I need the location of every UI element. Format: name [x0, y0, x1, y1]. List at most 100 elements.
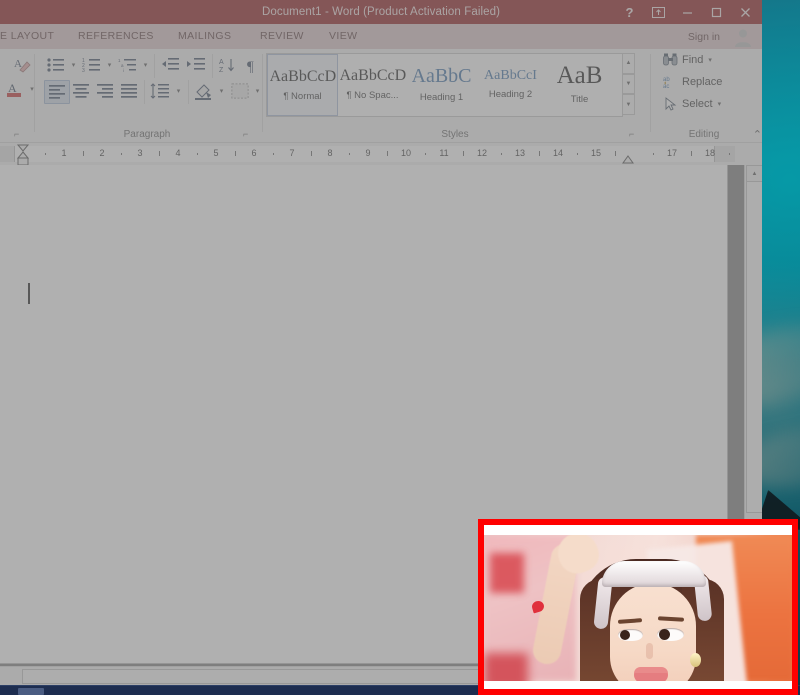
nose	[646, 643, 653, 659]
clear-formatting-button[interactable]: A	[10, 54, 34, 76]
ruler-tick-2: 2	[99, 148, 104, 158]
styles-scroll-up-button[interactable]: ▲	[622, 53, 635, 74]
user-avatar-icon[interactable]	[726, 25, 760, 49]
video-thumbnail-overlay[interactable]	[478, 519, 798, 695]
ribbon: A A ▾ ▾ 1	[0, 49, 762, 143]
svg-text:3: 3	[82, 68, 85, 73]
restore-button[interactable]	[702, 0, 731, 24]
align-left-button[interactable]	[44, 80, 70, 104]
style-label: Heading 1	[420, 92, 463, 103]
ribbon-display-options-button[interactable]	[644, 0, 673, 24]
tab-view[interactable]: VIEW	[329, 30, 357, 49]
font-color-button[interactable]: A	[4, 79, 26, 101]
title-bar[interactable]: Document1 - Word (Product Activation Fai…	[0, 0, 762, 24]
select-dropdown-arrow[interactable]: ▾	[718, 100, 722, 108]
editing-group-label: Editing	[654, 129, 754, 140]
style-preview: AaBbCcD	[340, 68, 406, 84]
borders-button[interactable]	[228, 80, 252, 102]
select-button[interactable]: Select ▾	[662, 97, 721, 111]
find-label: Find	[682, 54, 703, 66]
style-label: ¶ No Spac...	[346, 90, 398, 101]
style-item-normal[interactable]: AaBbCcD ¶ Normal	[267, 54, 338, 116]
increase-indent-button[interactable]	[184, 54, 208, 76]
svg-text:ac: ac	[663, 84, 669, 89]
tab-references[interactable]: REFERENCES	[78, 30, 154, 49]
binoculars-icon	[662, 53, 679, 66]
ruler-tick-12: 12	[477, 148, 487, 158]
help-button[interactable]: ?	[615, 0, 644, 24]
styles-scroll-down-button[interactable]: ▼	[622, 74, 635, 95]
ruler-tick-5: 5	[213, 148, 218, 158]
minimize-button[interactable]	[673, 0, 702, 24]
text-cursor	[28, 283, 30, 304]
style-item-heading-1[interactable]: AaBbC Heading 1	[407, 54, 476, 114]
show-formatting-marks-button[interactable]: ¶	[242, 54, 264, 76]
select-pointer-icon	[662, 97, 679, 111]
group-separator-3	[650, 54, 651, 132]
align-right-button[interactable]	[93, 80, 117, 102]
ruler-tick-11: 11	[439, 148, 448, 158]
styles-gallery-scroll[interactable]: ▲ ▼ ▼	[622, 53, 635, 115]
svg-text:Z: Z	[219, 67, 224, 74]
sign-in-link[interactable]: Sign in	[688, 31, 720, 43]
align-center-button[interactable]	[69, 80, 93, 102]
close-button[interactable]	[731, 0, 760, 24]
style-preview: AaBbCcD	[270, 69, 336, 85]
taskbar-app-item[interactable]	[18, 688, 44, 695]
numbering-button[interactable]: 1 2 3	[80, 54, 104, 76]
find-dropdown-arrow[interactable]: ▾	[708, 56, 712, 64]
ruler-tick-9: 9	[365, 148, 370, 158]
tab-review[interactable]: REVIEW	[260, 30, 304, 49]
replace-button[interactable]: ab ac Replace	[662, 75, 722, 89]
ruler-tick-17: 17	[667, 148, 677, 158]
bullets-button[interactable]	[44, 54, 68, 76]
ribbon-group-paragraph: ▾ 1 2 3 ▾ 1 a i ▾	[36, 49, 258, 142]
window-title: Document1 - Word (Product Activation Fai…	[262, 6, 500, 18]
scroll-up-button[interactable]: ▲	[746, 165, 762, 182]
decrease-indent-button[interactable]	[158, 54, 182, 76]
style-item-no-spacing[interactable]: AaBbCcD ¶ No Spac...	[338, 54, 407, 114]
select-label: Select	[682, 98, 713, 110]
style-preview: AaBbC	[412, 66, 472, 86]
line-spacing-button[interactable]	[148, 80, 172, 102]
vertical-scroll-thumb[interactable]	[746, 181, 762, 513]
numbering-dropdown-arrow[interactable]: ▾	[104, 56, 115, 74]
styles-more-button[interactable]: ▼	[622, 94, 635, 115]
window-controls: ?	[615, 0, 760, 24]
tab-mailings[interactable]: MAILINGS	[178, 30, 231, 49]
left-indent-marker[interactable]	[16, 144, 28, 166]
shading-dropdown-arrow[interactable]: ▾	[216, 82, 227, 100]
video-frame	[484, 525, 792, 689]
paragraph-separator-4	[188, 80, 189, 104]
style-preview: AaB	[557, 63, 603, 88]
horizontal-ruler[interactable]: 1 2 3 4 5 6 7 8 9 10 11 12 13 14 15 17 1…	[0, 146, 735, 162]
style-item-heading-2[interactable]: AaBbCcI Heading 2	[476, 54, 545, 114]
paragraph-dialog-launcher[interactable]: ⌐	[243, 129, 254, 140]
svg-text:A: A	[219, 59, 224, 66]
styles-gallery[interactable]: AaBbCcD ¶ Normal AaBbCcD ¶ No Spac... Aa…	[266, 53, 623, 117]
ribbon-group-editing: Find ▾ ab ac Replace	[654, 49, 754, 142]
justify-button[interactable]	[117, 80, 141, 102]
find-button[interactable]: Find ▾	[662, 53, 712, 66]
styles-group-label: Styles	[266, 129, 644, 140]
multilevel-list-dropdown-arrow[interactable]: ▾	[140, 56, 151, 74]
line-spacing-dropdown-arrow[interactable]: ▾	[173, 82, 184, 100]
style-item-title[interactable]: AaB Title	[545, 54, 614, 114]
collapse-ribbon-caret-icon[interactable]: ⌃	[753, 128, 762, 141]
bullets-dropdown-arrow[interactable]: ▾	[68, 56, 79, 74]
replace-label: Replace	[682, 76, 722, 88]
styles-dialog-launcher[interactable]: ⌐	[629, 129, 640, 140]
ribbon-group-styles: AaBbCcD ¶ Normal AaBbCcD ¶ No Spac... Aa…	[266, 49, 644, 142]
ruler-corner	[745, 146, 762, 162]
paragraph-separator-3	[144, 80, 145, 104]
paragraph-group-label: Paragraph	[36, 129, 258, 140]
multilevel-list-button[interactable]: 1 a i	[116, 54, 140, 76]
ruler-tick-4: 4	[175, 148, 180, 158]
font-dialog-launcher[interactable]: ⌐	[14, 129, 25, 140]
tab-page-layout[interactable]: E LAYOUT	[0, 30, 54, 49]
ruler-tick-1: 1	[61, 148, 66, 158]
ruler-tick-7: 7	[289, 148, 294, 158]
sort-button[interactable]: A Z	[216, 54, 240, 76]
letterbox-bottom	[484, 681, 792, 689]
shading-button[interactable]	[191, 80, 215, 102]
